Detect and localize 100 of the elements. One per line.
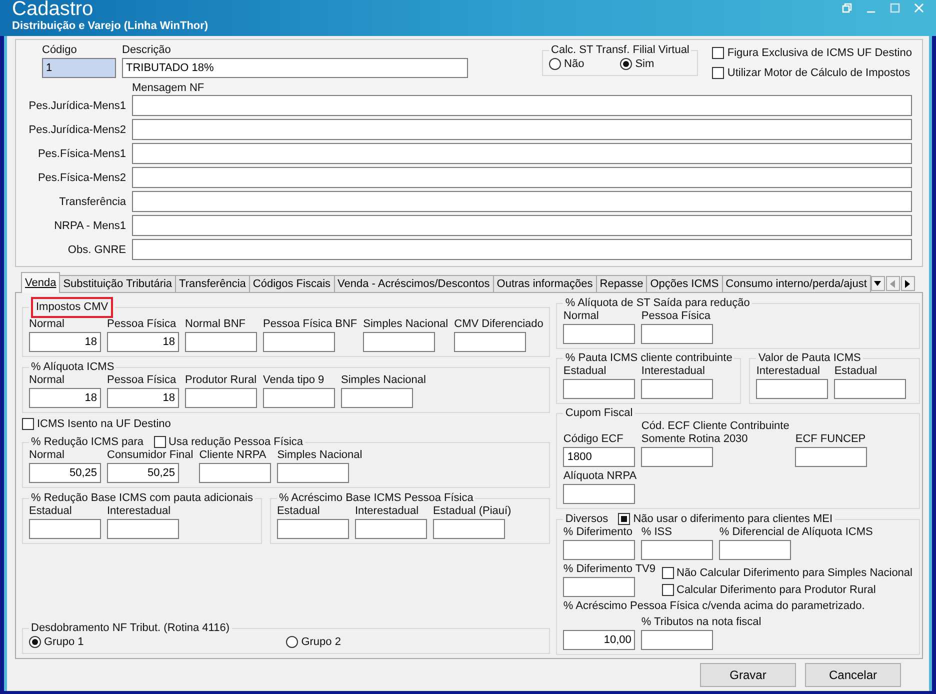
tabs-menu-button[interactable] bbox=[870, 276, 885, 291]
text-field[interactable]: 50,25 bbox=[29, 463, 101, 483]
group-title: % Alíquota ICMS bbox=[31, 361, 114, 374]
text-field[interactable] bbox=[132, 143, 912, 164]
radio-button[interactable]: Não bbox=[549, 57, 584, 71]
text-field[interactable] bbox=[454, 332, 526, 352]
close-icon[interactable] bbox=[914, 3, 924, 13]
text-field[interactable] bbox=[132, 167, 912, 188]
text-field[interactable] bbox=[276, 519, 349, 539]
checkbox[interactable]: Não usar o diferimento para clientes MEI bbox=[618, 512, 833, 526]
text-field[interactable]: 50,25 bbox=[107, 463, 179, 483]
field-label: CMV Diferenciado bbox=[454, 318, 544, 331]
text-field[interactable] bbox=[563, 324, 636, 344]
text-field[interactable] bbox=[107, 519, 179, 539]
text-field[interactable] bbox=[834, 379, 906, 399]
field-label: Normal bbox=[29, 449, 66, 462]
text-field[interactable] bbox=[641, 379, 714, 399]
text-field[interactable]: 10,00 bbox=[563, 630, 636, 650]
text-field[interactable] bbox=[132, 95, 912, 116]
text-field[interactable] bbox=[641, 324, 714, 344]
radio-button[interactable]: Sim bbox=[620, 57, 654, 71]
tab[interactable]: Venda - Acréscimos/Descontos bbox=[334, 275, 494, 292]
field-label: % Diferencial de Alíquota ICMS bbox=[719, 526, 873, 539]
checkbox[interactable]: ICMS Isento na UF Destino bbox=[22, 417, 171, 431]
restore-icon[interactable] bbox=[842, 3, 852, 13]
text-field[interactable] bbox=[263, 332, 335, 352]
group-title: Diversos bbox=[565, 512, 608, 526]
caret-down-icon bbox=[874, 281, 882, 286]
text-field[interactable] bbox=[563, 379, 636, 399]
field-label: Pes.Jurídica-Mens2 bbox=[28, 124, 126, 136]
radio-button[interactable]: Grupo 1 bbox=[29, 635, 84, 649]
text-field[interactable] bbox=[641, 447, 714, 467]
group-title: % Pauta ICMS cliente contribuinte bbox=[565, 352, 732, 365]
field-label: Estadual bbox=[834, 365, 878, 378]
text-field[interactable] bbox=[341, 388, 413, 408]
tab[interactable]: Repasse bbox=[596, 275, 648, 292]
text-field[interactable]: 1800 bbox=[563, 447, 636, 467]
group-title: Cupom Fiscal bbox=[565, 407, 633, 420]
field-label: Pessoa Física bbox=[107, 318, 178, 331]
scroll-right-button[interactable] bbox=[900, 276, 915, 291]
text-field[interactable]: 18 bbox=[29, 332, 101, 352]
field-label: Transferência bbox=[58, 196, 126, 208]
field-label: Código ECF bbox=[563, 433, 624, 446]
field-label: Obs. GNRE bbox=[66, 244, 126, 256]
action-button[interactable]: Gravar bbox=[700, 663, 796, 687]
field-label: Pes.Jurídica-Mens1 bbox=[28, 100, 126, 112]
text-field[interactable] bbox=[277, 463, 350, 483]
text-field[interactable] bbox=[185, 332, 257, 352]
checkbox[interactable]: Utilizar Motor de Cálculo de Impostos bbox=[712, 66, 912, 80]
text-field[interactable] bbox=[641, 540, 714, 560]
text-field[interactable]: 1 bbox=[42, 58, 116, 78]
text-field[interactable] bbox=[641, 630, 714, 650]
group-title: % Alíquota de ST Saída para redução bbox=[565, 297, 750, 310]
field-label: % Tributos na nota fiscal bbox=[641, 616, 762, 629]
group-title: % Redução ICMS para bbox=[31, 436, 144, 448]
field-label: Estadual bbox=[276, 505, 321, 518]
text-field[interactable] bbox=[199, 463, 272, 483]
tab[interactable]: Outras informações bbox=[492, 275, 597, 292]
checkbox[interactable]: Calcular Diferimento para Produtor Rural bbox=[662, 583, 912, 597]
text-field[interactable] bbox=[132, 191, 912, 212]
text-field[interactable] bbox=[354, 519, 427, 539]
text-field[interactable]: TRIBUTADO 18% bbox=[122, 58, 468, 78]
tab[interactable]: Consumo interno/perda/ajust bbox=[722, 275, 871, 292]
checkbox[interactable]: Não Calcular Diferimento para Simples Nacional bbox=[662, 566, 912, 580]
tab[interactable]: Códigos Fiscais bbox=[248, 275, 335, 292]
field-label: Simples Nacional bbox=[277, 449, 362, 462]
group-title: Valor de Pauta ICMS bbox=[758, 352, 861, 365]
text-field[interactable] bbox=[363, 332, 436, 352]
radio-button[interactable]: Grupo 2 bbox=[286, 635, 341, 649]
tab[interactable]: Transferência bbox=[175, 275, 250, 292]
text-field[interactable] bbox=[263, 388, 335, 408]
text-field[interactable] bbox=[563, 484, 636, 504]
text-field[interactable] bbox=[432, 519, 505, 539]
field-label: Normal BNF bbox=[185, 318, 247, 331]
field-label: Cód. ECF Cliente Contribuinte Somente Rotina 2030 bbox=[641, 420, 790, 446]
text-field[interactable]: 18 bbox=[107, 388, 179, 408]
text-field[interactable] bbox=[185, 388, 257, 408]
window-title: Cadastro bbox=[12, 0, 94, 19]
field-label: % ISS bbox=[641, 526, 673, 539]
field-label: NRPA - Mens1 bbox=[53, 220, 126, 232]
text-field[interactable] bbox=[795, 447, 868, 467]
text-field[interactable]: 18 bbox=[107, 332, 179, 352]
text-field[interactable] bbox=[29, 519, 101, 539]
text-field[interactable] bbox=[132, 239, 912, 260]
tab[interactable]: Opções ICMS bbox=[646, 275, 723, 292]
text-field[interactable] bbox=[563, 577, 636, 597]
field-label: Alíquota NRPA bbox=[563, 470, 637, 483]
text-field[interactable]: 18 bbox=[29, 388, 101, 408]
text-field[interactable] bbox=[756, 379, 828, 399]
text-field[interactable] bbox=[132, 119, 912, 140]
action-button[interactable]: Cancelar bbox=[805, 663, 901, 687]
text-field[interactable] bbox=[563, 540, 636, 560]
tab[interactable]: Venda bbox=[21, 272, 60, 293]
field-label: Estadual bbox=[563, 365, 608, 378]
field-label: Pessoa Física bbox=[641, 310, 712, 323]
text-field[interactable] bbox=[719, 540, 792, 560]
checkbox[interactable]: Figura Exclusiva de ICMS UF Destino bbox=[712, 46, 912, 60]
text-field[interactable] bbox=[132, 215, 912, 236]
checkbox[interactable]: Usa redução Pessoa Física bbox=[154, 435, 304, 449]
tab[interactable]: Substituição Tributária bbox=[59, 275, 176, 292]
